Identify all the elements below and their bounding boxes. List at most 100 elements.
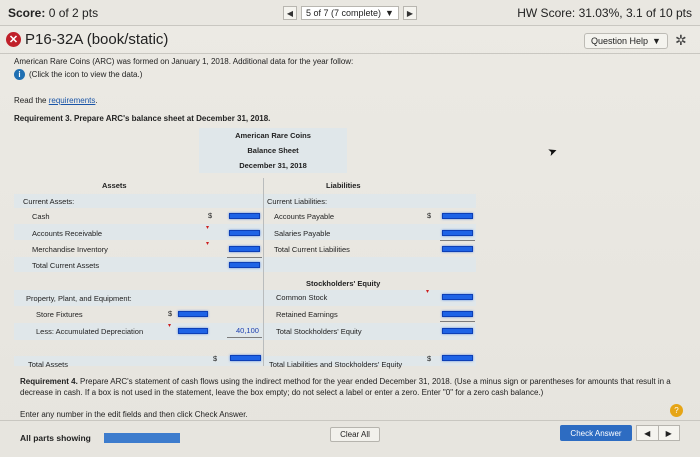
title-bar: ✕ P16-32A (book/static) Question Help ▼ … (0, 26, 700, 54)
total-liabilities-se-label: Total Liabilities and Stockholders' Equi… (269, 360, 403, 369)
store-fixtures-label: Store Fixtures (36, 310, 83, 319)
underline (440, 240, 475, 241)
total-current-assets-input[interactable] (229, 262, 260, 268)
accumulated-depreciation-input[interactable] (178, 328, 208, 334)
read-suffix: . (95, 96, 98, 105)
table-row (14, 194, 476, 208)
total-current-assets-label: Total Current Assets (32, 261, 100, 270)
app-screen: Score: 0 of 2 pts ◀ 5 of 7 (7 complete) … (0, 0, 700, 457)
dollar-sign: $ (427, 354, 432, 363)
salaries-payable-label: Salaries Payable (274, 229, 331, 238)
dollar-sign: $ (208, 211, 213, 220)
common-stock-label: Common Stock (276, 293, 328, 302)
underline (227, 337, 262, 338)
read-requirements: Read the requirements. (14, 96, 98, 105)
incorrect-marker: ▾ (206, 241, 210, 247)
stockholders-equity-header: Stockholders' Equity (306, 279, 381, 288)
score-display: Score: 0 of 2 pts (8, 6, 98, 20)
salaries-payable-input[interactable] (442, 230, 473, 236)
merchandise-inventory-input[interactable] (229, 246, 260, 252)
table-row (14, 272, 476, 290)
hw-score: HW Score: 31.03%, 3.1 of 10 pts (517, 6, 692, 20)
help-icon[interactable]: ? (670, 404, 683, 417)
requirement4-line1: Requirement 4. Prepare ARC's statement o… (20, 377, 671, 386)
total-stockholders-equity-input[interactable] (442, 328, 473, 334)
total-assets-input[interactable] (230, 355, 261, 361)
question-help-label: Question Help (591, 36, 649, 46)
statement-date: December 31, 2018 (239, 161, 307, 170)
next-question-button[interactable]: ▶ (402, 6, 417, 20)
underline (440, 321, 475, 322)
read-prefix: Read the (14, 96, 49, 105)
data-hint[interactable]: i (Click the icon to view the data.) (14, 69, 142, 80)
less-depreciation-label: Less: Accumulated Depreciation (36, 327, 144, 336)
balance-sheet-header: American Rare Coins Balance Sheet Decemb… (199, 128, 347, 173)
dollar-sign: $ (213, 354, 218, 363)
statement-name: Balance Sheet (247, 146, 299, 155)
assets-header: Assets (102, 181, 127, 190)
check-answer-button[interactable]: Check Answer (560, 425, 632, 441)
clear-all-button[interactable]: Clear All (330, 427, 380, 442)
total-liabilities-se-input[interactable] (442, 355, 473, 361)
problem-title: ✕ P16-32A (book/static) (6, 31, 168, 48)
total-assets-label: Total Assets (28, 360, 69, 369)
requirements-link[interactable]: requirements (49, 96, 96, 105)
total-current-liabilities-input[interactable] (442, 246, 473, 252)
liabilities-header: Liabilities (326, 181, 361, 190)
part-pager: ◀ ▶ (636, 425, 680, 441)
parts-progress-bar (104, 433, 180, 443)
cash-label: Cash (32, 212, 50, 221)
cash-input[interactable] (229, 213, 260, 219)
merchandise-inventory-label: Merchandise Inventory (32, 245, 108, 254)
accounts-receivable-input[interactable] (229, 230, 260, 236)
score-label: Score: (8, 6, 46, 20)
requirement4-label: Requirement 4. (20, 377, 78, 386)
accounts-receivable-label: Accounts Receivable (32, 229, 103, 238)
problem-title-text: P16-32A (book/static) (25, 31, 169, 48)
accounts-payable-input[interactable] (442, 213, 473, 219)
requirement4-text: Prepare ARC's statement of cash flows us… (77, 377, 671, 386)
table-row (14, 306, 476, 323)
retained-earnings-label: Retained Earnings (276, 310, 338, 319)
retained-earnings-input[interactable] (442, 311, 473, 317)
ppe-label: Property, Plant, and Equipment: (26, 294, 132, 303)
underline (227, 257, 262, 258)
prev-part-button[interactable]: ◀ (637, 426, 658, 440)
problem-intro: American Rare Coins (ARC) was formed on … (14, 57, 354, 66)
info-icon[interactable]: i (14, 69, 25, 80)
requirement4-line2: decrease in cash. If a box is not used i… (20, 388, 544, 397)
requirement3-text: Requirement 3. Prepare ARC's balance she… (14, 114, 271, 123)
question-help-button[interactable]: Question Help ▼ (584, 33, 668, 49)
all-parts-label: All parts showing (20, 433, 91, 443)
chevron-down-icon: ▼ (652, 36, 661, 46)
common-stock-input[interactable] (442, 294, 473, 300)
depreciation-value[interactable]: 40,100 (236, 326, 259, 335)
current-assets-label: Current Assets: (23, 197, 75, 206)
gear-icon[interactable]: ✲ (675, 32, 687, 49)
incorrect-icon: ✕ (6, 32, 21, 47)
section-header-row (14, 178, 476, 192)
question-navigator: ◀ 5 of 7 (7 complete) ▼ ▶ (283, 5, 421, 21)
current-liabilities-label: Current Liabilities: (267, 197, 328, 206)
company-name: American Rare Coins (235, 131, 311, 140)
top-bar: Score: 0 of 2 pts ◀ 5 of 7 (7 complete) … (0, 0, 700, 26)
next-part-button[interactable]: ▶ (657, 426, 680, 440)
data-hint-text: (Click the icon to view the data.) (29, 70, 143, 79)
incorrect-marker: ▾ (206, 225, 210, 231)
table-row (14, 340, 476, 356)
dollar-sign: $ (427, 211, 432, 220)
mouse-cursor-icon: ➤ (546, 144, 560, 160)
score-value: 0 of 2 pts (48, 6, 99, 20)
incorrect-marker: ▾ (168, 323, 172, 329)
balance-sheet: American Rare Coins Balance Sheet Decemb… (14, 128, 476, 369)
question-position-label: 5 of 7 (7 complete) (306, 8, 382, 18)
instruction-text: Enter any number in the edit fields and … (20, 410, 248, 419)
store-fixtures-input[interactable] (178, 311, 208, 317)
accounts-payable-label: Accounts Payable (274, 212, 335, 221)
total-stockholders-equity-label: Total Stockholders' Equity (276, 327, 362, 336)
total-current-liabilities-label: Total Current Liabilities (274, 245, 350, 254)
incorrect-marker: ▾ (426, 289, 430, 295)
dollar-sign: $ (168, 309, 173, 318)
question-position-select[interactable]: 5 of 7 (7 complete) ▼ (301, 6, 399, 20)
prev-question-button[interactable]: ◀ (283, 6, 297, 20)
